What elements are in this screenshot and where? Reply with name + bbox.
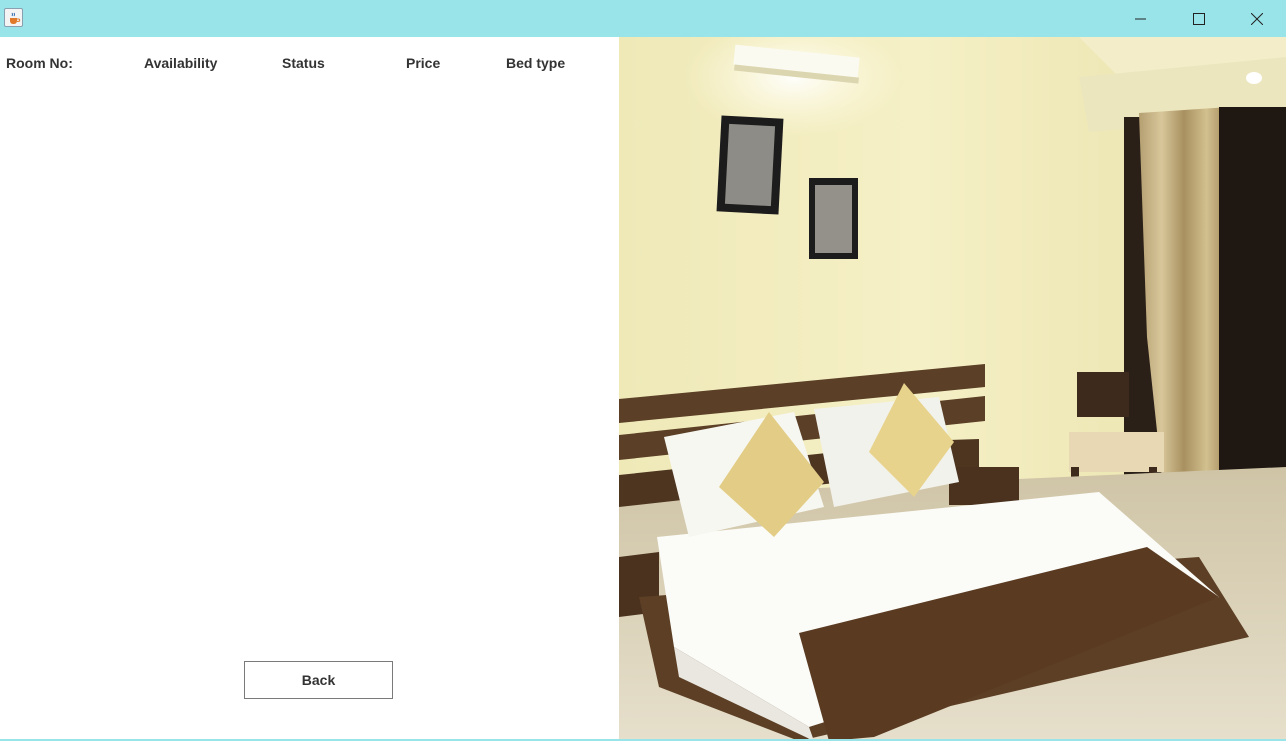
java-cup-icon xyxy=(4,8,23,27)
header-availability: Availability xyxy=(144,55,218,71)
main-content: Room No: Availability Status Price Bed t… xyxy=(0,37,1286,741)
hotel-room-photo xyxy=(619,37,1286,741)
maximize-icon xyxy=(1193,12,1205,25)
header-status: Status xyxy=(282,55,325,71)
back-button[interactable]: Back xyxy=(244,661,393,699)
room-table-panel: Room No: Availability Status Price Bed t… xyxy=(0,37,619,741)
maximize-button[interactable] xyxy=(1170,0,1228,37)
minimize-button[interactable] xyxy=(1112,0,1170,37)
minimize-icon xyxy=(1135,18,1146,19)
window-titlebar[interactable] xyxy=(0,0,1286,37)
header-room-no: Room No: xyxy=(6,55,73,71)
header-price: Price xyxy=(406,55,441,71)
close-button[interactable] xyxy=(1228,0,1286,37)
close-icon xyxy=(1251,12,1263,25)
header-bed-type: Bed type xyxy=(506,55,566,71)
